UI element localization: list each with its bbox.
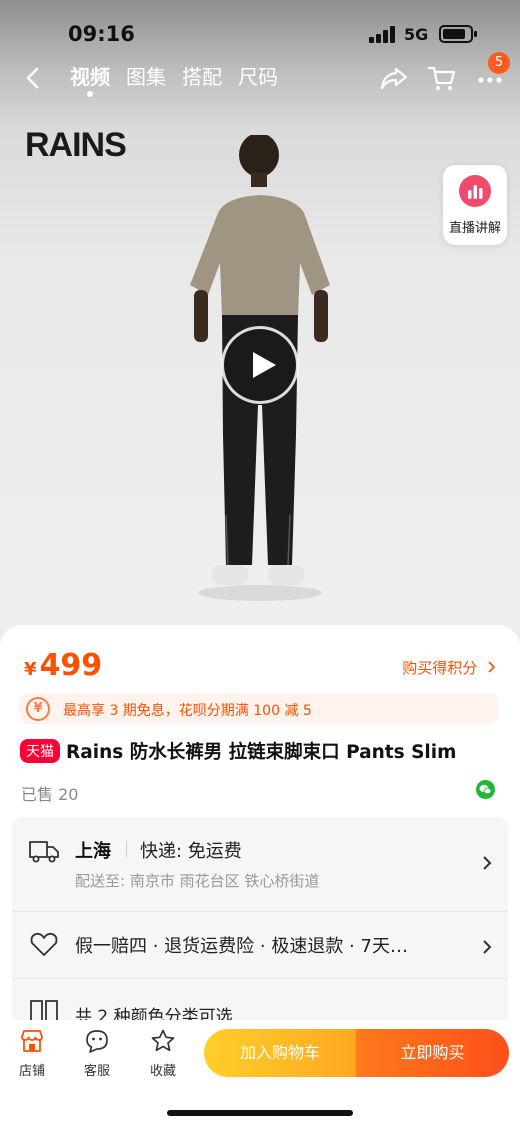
product-title-row: 天猫 Rains 防水长裤男 拉链束脚束口 Pants Slim [20, 738, 510, 764]
customer-service-button[interactable]: 客服 [75, 1028, 119, 1079]
service-panel: 上海 快递: 免运费 配送至: 南京市 雨花台区 铁心桥街道 假一赔四 · 退货… [12, 817, 508, 1027]
video-play-button[interactable] [221, 326, 299, 404]
play-icon [253, 352, 276, 378]
home-indicator[interactable] [167, 1110, 353, 1116]
chevron-right-icon [483, 659, 496, 677]
product-media[interactable]: 09:16 5G 视频 图集 搭配 尺码 5 RAINS 直播讲解 [0, 0, 520, 660]
back-icon[interactable] [20, 64, 48, 92]
tab-video[interactable]: 视频 [70, 62, 110, 97]
status-bar: 09:16 5G [0, 0, 520, 60]
brand-logo: RAINS [25, 126, 127, 164]
ship-from-city: 上海 [75, 841, 111, 862]
store-label: 店铺 [18, 1064, 45, 1079]
promo-text: 最高享 3 期免息，花呗分期满 100 减 5 [63, 703, 312, 719]
tmall-badge: 天猫 [20, 739, 60, 763]
battery-icon [439, 25, 477, 43]
shipping-fee: 快递: 免运费 [140, 841, 242, 862]
signal-icon [369, 26, 395, 43]
network-label: 5G [404, 25, 429, 44]
chevron-right-icon [482, 855, 492, 871]
media-tabs: 视频 图集 搭配 尺码 [70, 62, 278, 97]
sold-count: 已售 20 [21, 785, 79, 804]
live-chart-icon [459, 175, 491, 207]
product-title: Rains 防水长裤男 拉链束脚束口 Pants Slim [66, 742, 457, 763]
truck-icon [28, 837, 60, 865]
tab-gallery[interactable]: 图集 [126, 62, 166, 92]
points-link-label: 购买得积分 [402, 659, 478, 677]
share-icon[interactable] [378, 62, 410, 94]
add-to-cart-button[interactable]: 加入购物车 [204, 1029, 356, 1077]
favorite-button[interactable]: 收藏 [141, 1028, 185, 1079]
points-link[interactable]: 购买得积分 [402, 657, 496, 678]
price-value: 499 [39, 648, 103, 683]
installment-promo[interactable]: ¥ 最高享 3 期免息，花呗分期满 100 减 5 [20, 693, 498, 724]
guarantee-text: 假一赔四 · 退货运费险 · 极速退款 · 7天… [75, 936, 408, 957]
status-time: 09:16 [68, 22, 135, 46]
live-explain-label: 直播讲解 [448, 221, 501, 236]
store-icon [21, 1030, 43, 1052]
service-chat-icon [86, 1030, 108, 1053]
more-badge: 5 [488, 52, 510, 74]
tab-outfit[interactable]: 搭配 [182, 62, 222, 92]
store-button[interactable]: 店铺 [10, 1028, 54, 1079]
delivery-address: 配送至: 南京市 雨花台区 铁心桥街道 [75, 872, 320, 890]
favorite-label: 收藏 [149, 1064, 176, 1079]
star-icon [151, 1029, 175, 1052]
currency-symbol: ¥ [24, 659, 37, 680]
top-nav: 视频 图集 搭配 尺码 5 [0, 52, 520, 100]
live-explain-button[interactable]: 直播讲解 [443, 165, 507, 245]
service-label: 客服 [83, 1064, 110, 1079]
chevron-right-icon [482, 939, 492, 955]
installment-icon: ¥ [26, 697, 50, 721]
price: ¥499 [24, 648, 102, 683]
heart-shield-icon [28, 930, 60, 958]
cart-icon[interactable] [426, 62, 458, 94]
buy-now-button[interactable]: 立即购买 [356, 1029, 509, 1077]
wechat-icon[interactable] [476, 780, 495, 799]
divider [126, 841, 127, 857]
tab-size[interactable]: 尺码 [238, 62, 278, 92]
shipping-row[interactable]: 上海 快递: 免运费 配送至: 南京市 雨花台区 铁心桥街道 [12, 817, 508, 911]
